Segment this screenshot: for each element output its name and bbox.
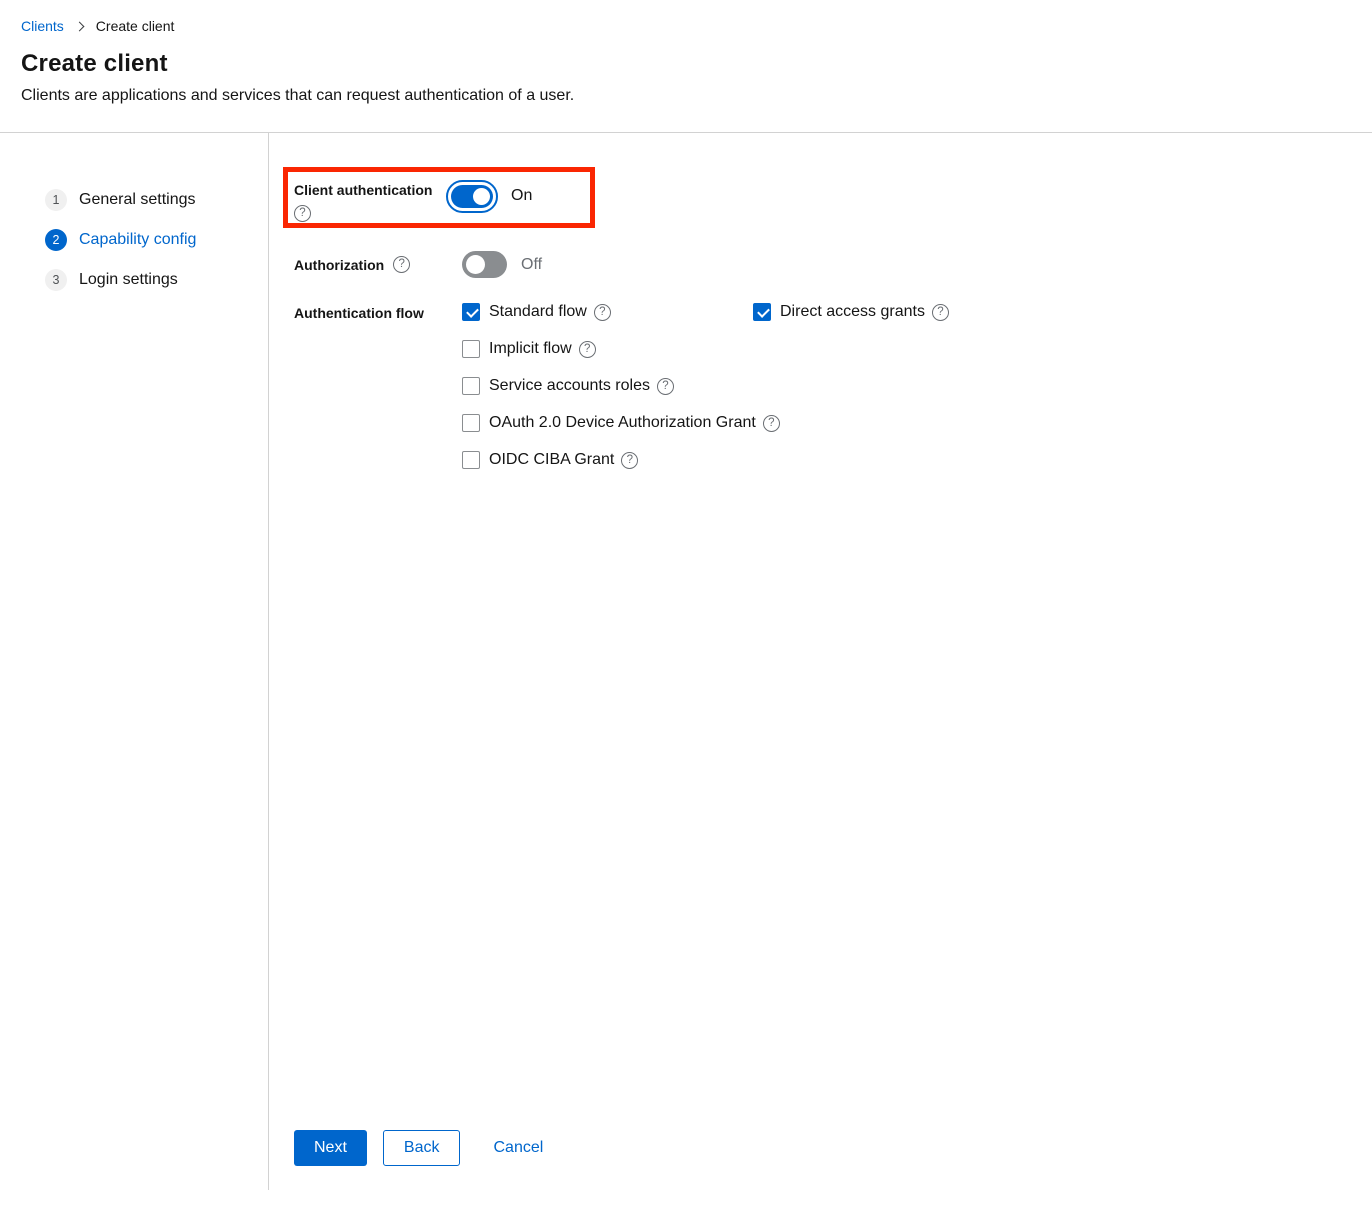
question-circle-icon[interactable]: ? [579,341,596,358]
step-number-badge: 1 [45,189,67,211]
flow-checkbox-label[interactable]: Standard flow [489,303,587,321]
flow-checkbox-label[interactable]: Service accounts roles [489,377,650,395]
flow-checkbox[interactable] [462,303,480,321]
authentication-flow-group: Authentication flow Standard flow ? Dire… [294,302,1332,469]
flow-checkbox-label[interactable]: Implicit flow [489,340,572,358]
question-circle-icon[interactable]: ? [393,256,410,273]
authentication-flow-option: OAuth 2.0 Device Authorization Grant ? [462,413,949,432]
annotation-rectangle: Client authentication ? On [283,167,595,228]
question-circle-icon[interactable]: ? [657,378,674,395]
authentication-flow-option: Direct access grants ? [753,302,949,321]
page-header: Clients Create client Create client Clie… [0,0,1372,133]
question-circle-icon[interactable]: ? [294,205,311,222]
breadcrumb-current: Create client [96,18,175,34]
question-circle-icon[interactable]: ? [763,415,780,432]
wizard-step[interactable]: 1 General settings [0,180,268,220]
authentication-flow-option: OIDC CIBA Grant ? [462,450,949,469]
wizard-step[interactable]: 2 Capability config [0,220,268,260]
authentication-flow-option: Implicit flow ? [462,339,753,358]
toggle-knob [466,255,485,274]
back-button[interactable]: Back [383,1130,461,1166]
step-label: Capability config [79,231,196,249]
flow-checkbox[interactable] [462,340,480,358]
question-circle-icon[interactable]: ? [621,452,638,469]
authorization-state: Off [521,256,542,274]
authorization-toggle[interactable] [462,251,507,278]
flow-checkbox[interactable] [462,451,480,469]
page-title: Create client [21,50,1348,78]
cancel-button[interactable]: Cancel [493,1130,543,1166]
capability-config-form: Client authentication ? On Authorization… [269,133,1372,1190]
chevron-right-icon [74,21,84,31]
client-authentication-state: On [511,187,532,205]
flow-checkbox[interactable] [462,414,480,432]
page-subtitle: Clients are applications and services th… [21,87,1348,105]
authentication-flow-option: Standard flow ? [462,302,753,321]
step-label: Login settings [79,271,178,289]
step-number-badge: 2 [45,229,67,251]
flow-checkbox-label[interactable]: OAuth 2.0 Device Authorization Grant [489,414,756,432]
client-authentication-label-group: Client authentication ? [294,182,446,222]
step-label: General settings [79,191,196,209]
flow-checkbox[interactable] [753,303,771,321]
authorization-label: Authorization [294,257,384,273]
question-circle-icon[interactable]: ? [594,304,611,321]
breadcrumb-link-clients[interactable]: Clients [21,18,64,34]
question-circle-icon[interactable]: ? [932,304,949,321]
authentication-flow-option: Service accounts roles ? [462,376,949,395]
wizard-content: 1 General settings 2 Capability config 3… [0,133,1372,1190]
next-button[interactable]: Next [294,1130,367,1166]
flow-checkbox-label[interactable]: Direct access grants [780,303,925,321]
authentication-flow-label: Authentication flow [294,305,424,321]
breadcrumb: Clients Create client [21,18,1348,34]
flow-checkbox-label[interactable]: OIDC CIBA Grant [489,451,614,469]
wizard-actions: Next Back Cancel [294,1130,1332,1166]
authorization-group: Authorization ? Off [294,251,1332,278]
toggle-knob [473,188,490,205]
step-number-badge: 3 [45,269,67,291]
client-authentication-toggle[interactable] [446,180,498,213]
wizard-nav: 1 General settings 2 Capability config 3… [0,133,269,1190]
wizard-step[interactable]: 3 Login settings [0,260,268,300]
toggle-on-track [451,185,493,208]
client-authentication-label: Client authentication [294,182,446,198]
flow-checkbox[interactable] [462,377,480,395]
authentication-flow-options: Standard flow ? Direct access grants ? I… [462,302,949,469]
